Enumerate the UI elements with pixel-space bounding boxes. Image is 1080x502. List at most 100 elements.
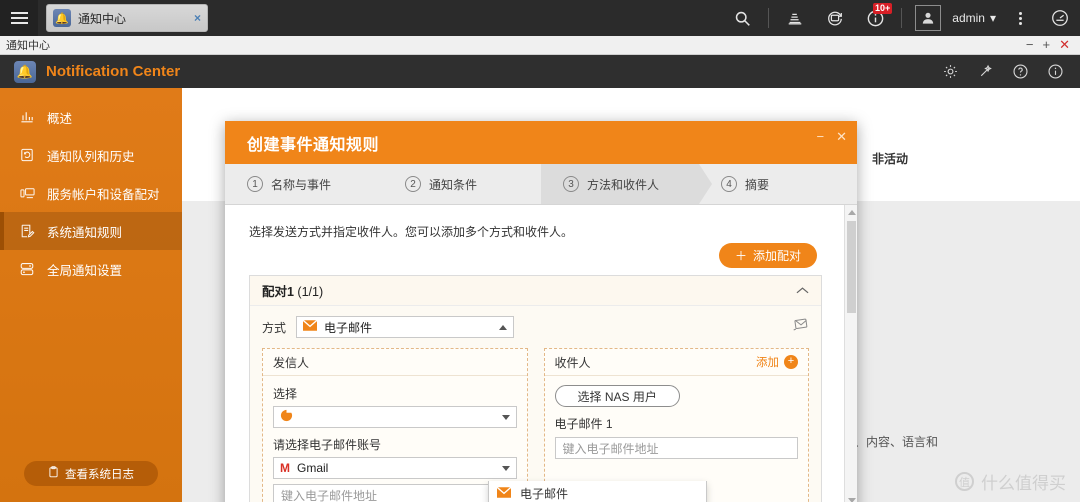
app-title: Notification Center bbox=[46, 63, 181, 80]
recipient-body: 选择 NAS 用户 电子邮件 1 键入电子邮件地址 bbox=[545, 376, 809, 469]
app-header: 🔔 Notification Center bbox=[0, 55, 1080, 88]
sender-account-select[interactable]: M Gmail bbox=[273, 457, 517, 479]
notification-info-icon[interactable]: 10+ bbox=[855, 0, 895, 36]
divider bbox=[768, 8, 770, 28]
search-icon[interactable] bbox=[722, 0, 762, 36]
system-health-icon[interactable] bbox=[1040, 0, 1080, 36]
wizard-steps: 1 名称与事件 2 通知条件 3 方法和收件人 4 摘要 bbox=[225, 164, 857, 204]
refresh-icon[interactable] bbox=[815, 0, 855, 36]
sidebar-item-label: 全局通知设置 bbox=[47, 263, 123, 278]
add-recipient-label: 添加 bbox=[756, 357, 779, 369]
recipient-heading: 收件人 bbox=[554, 355, 591, 370]
step-label: 方法和收件人 bbox=[587, 177, 660, 192]
view-system-log-button[interactable]: 查看系统日志 bbox=[24, 461, 158, 486]
scroll-up-icon[interactable] bbox=[848, 210, 856, 215]
sender-account-label: 请选择电子邮件账号 bbox=[273, 438, 382, 452]
add-pair-button[interactable]: ＋ 添加配对 bbox=[718, 243, 817, 268]
sidebar-item-global-settings[interactable]: 全局通知设置 bbox=[0, 250, 182, 288]
pair-title-count: (1/1) bbox=[293, 285, 324, 299]
resource-monitor-icon[interactable] bbox=[775, 0, 815, 36]
email-icon bbox=[302, 319, 318, 334]
dialog-title: 创建事件通知规则 bbox=[247, 136, 380, 154]
method-row: 方式 电子邮件 bbox=[262, 316, 809, 338]
notification-badge: 10+ bbox=[873, 3, 893, 14]
method-option-email[interactable]: 电子邮件 bbox=[489, 481, 706, 502]
maximize-icon[interactable]: + bbox=[1043, 38, 1051, 51]
sender-select-label: 选择 bbox=[273, 387, 298, 401]
recipient-heading-row: 收件人 添加 + bbox=[544, 349, 808, 376]
wizard-step-3[interactable]: 3 方法和收件人 bbox=[528, 164, 712, 204]
sender-recipient-columns: 发信人 选择 请选择电子邮件账号 M Gmail 键入电子邮件地址 收件人 添加… bbox=[262, 348, 809, 502]
wizard-step-2[interactable]: 2 通知条件 bbox=[383, 164, 541, 204]
user-avatar[interactable] bbox=[908, 0, 948, 36]
taskbar-tab-label: 通知中心 bbox=[78, 11, 127, 26]
step-label: 摘要 bbox=[745, 177, 770, 192]
pair-card-1: 配对1 (1/1) 方式 电子邮件 发信人 选择 请选择电子邮件账号 M Gma… bbox=[249, 275, 822, 502]
dialog-window-controls: − ✕ bbox=[817, 130, 848, 153]
overflow-menu-icon[interactable] bbox=[1000, 0, 1040, 36]
admin-menu[interactable]: admin ▾ bbox=[948, 11, 1000, 25]
step-number: 1 bbox=[247, 176, 263, 192]
admin-label: admin bbox=[952, 11, 985, 25]
taskbar-tab-notification-center[interactable]: 🔔 通知中心 × bbox=[46, 4, 208, 32]
chevron-down-icon bbox=[501, 414, 510, 420]
create-notification-rule-dialog: 创建事件通知规则 − ✕ 1 名称与事件 2 通知条件 3 方法和收件人 4 摘… bbox=[225, 121, 857, 502]
dialog-body: 选择发送方式并指定收件人。您可以添加多个方式和收件人。 ＋ 添加配对 配对1 (… bbox=[225, 204, 857, 502]
sidebar-item-system-rules[interactable]: 系统通知规则 bbox=[0, 212, 182, 250]
sidebar-item-label: 概述 bbox=[47, 111, 73, 126]
sidebar-item-queue-history[interactable]: 通知队列和历史 bbox=[0, 136, 182, 174]
main-menu-icon[interactable] bbox=[0, 0, 38, 36]
select-nas-user-button[interactable]: 选择 NAS 用户 bbox=[554, 385, 680, 407]
sidebar-item-label: 系统通知规则 bbox=[47, 225, 123, 240]
window-controls: − + ✕ bbox=[1026, 38, 1074, 51]
method-select[interactable]: 电子邮件 bbox=[296, 316, 515, 338]
close-icon[interactable]: × bbox=[194, 11, 201, 25]
recipient-email-label: 电子邮件 1 bbox=[554, 417, 613, 431]
step-label: 通知条件 bbox=[429, 177, 478, 192]
sender-service-select[interactable] bbox=[273, 406, 517, 428]
sender-email-input[interactable]: 键入电子邮件地址 bbox=[273, 484, 517, 502]
minimize-icon[interactable]: − bbox=[817, 130, 825, 143]
screen-root: 🔔 通知中心 × 10+ admin ▾ 通知中心 − + ✕ 🔔 Notifi… bbox=[0, 0, 1080, 502]
sidebar-item-label: 通知队列和历史 bbox=[47, 149, 135, 164]
minimize-icon[interactable]: − bbox=[1026, 38, 1034, 51]
method-label: 方式 bbox=[262, 320, 287, 335]
add-recipient-button[interactable]: 添加 + bbox=[756, 354, 798, 370]
sidebar-item-service-accounts[interactable]: 服务帐户和设备配对 bbox=[0, 174, 182, 212]
wand-icon[interactable] bbox=[977, 63, 994, 80]
plus-circle-icon: + bbox=[784, 355, 798, 369]
close-icon[interactable]: ✕ bbox=[836, 130, 847, 143]
recipient-email-input[interactable]: 键入电子邮件地址 bbox=[554, 437, 798, 459]
scrollbar-thumb[interactable] bbox=[847, 221, 856, 313]
gear-icon[interactable] bbox=[942, 63, 959, 80]
pair-card-header[interactable]: 配对1 (1/1) bbox=[250, 276, 821, 306]
wizard-step-1[interactable]: 1 名称与事件 bbox=[225, 164, 383, 204]
sidebar-item-label: 服务帐户和设备配对 bbox=[47, 187, 160, 202]
scroll-down-icon[interactable] bbox=[848, 498, 856, 502]
sidebar-item-overview[interactable]: 概述 bbox=[0, 98, 182, 136]
window-title: 通知中心 bbox=[6, 40, 50, 52]
method-dropdown-list[interactable]: 电子邮件 短信 即时通讯 bbox=[488, 481, 707, 502]
about-icon[interactable] bbox=[1047, 63, 1064, 80]
app-header-actions bbox=[942, 63, 1080, 80]
pair-card-body: 方式 电子邮件 发信人 选择 请选择电子邮件账号 M Gmail 键入电子邮件地… bbox=[250, 306, 821, 502]
divider bbox=[901, 8, 903, 28]
window-titlebar: 通知中心 − + ✕ bbox=[0, 36, 1080, 55]
help-icon[interactable] bbox=[1012, 63, 1029, 80]
envelope-edit-icon[interactable] bbox=[792, 317, 809, 337]
chevron-up-icon[interactable] bbox=[796, 284, 809, 298]
dialog-scrollbar[interactable] bbox=[844, 205, 857, 502]
close-icon[interactable]: ✕ bbox=[1059, 38, 1070, 51]
sender-heading: 发信人 bbox=[263, 349, 527, 376]
pair-title: 配对1 (1/1) bbox=[262, 281, 323, 300]
dialog-titlebar: 创建事件通知规则 − ✕ bbox=[225, 121, 857, 164]
gmail-icon: M bbox=[280, 461, 290, 475]
plus-icon: ＋ bbox=[734, 249, 747, 263]
os-taskbar: 🔔 通知中心 × 10+ admin ▾ bbox=[0, 0, 1080, 36]
bell-icon: 🔔 bbox=[53, 9, 71, 27]
method-select-value: 电子邮件 bbox=[324, 320, 373, 335]
rule-status-label: 非活动 bbox=[872, 152, 909, 166]
service-icon bbox=[280, 409, 293, 425]
email-icon bbox=[496, 486, 512, 501]
wizard-step-4[interactable]: 4 摘要 bbox=[699, 164, 857, 204]
